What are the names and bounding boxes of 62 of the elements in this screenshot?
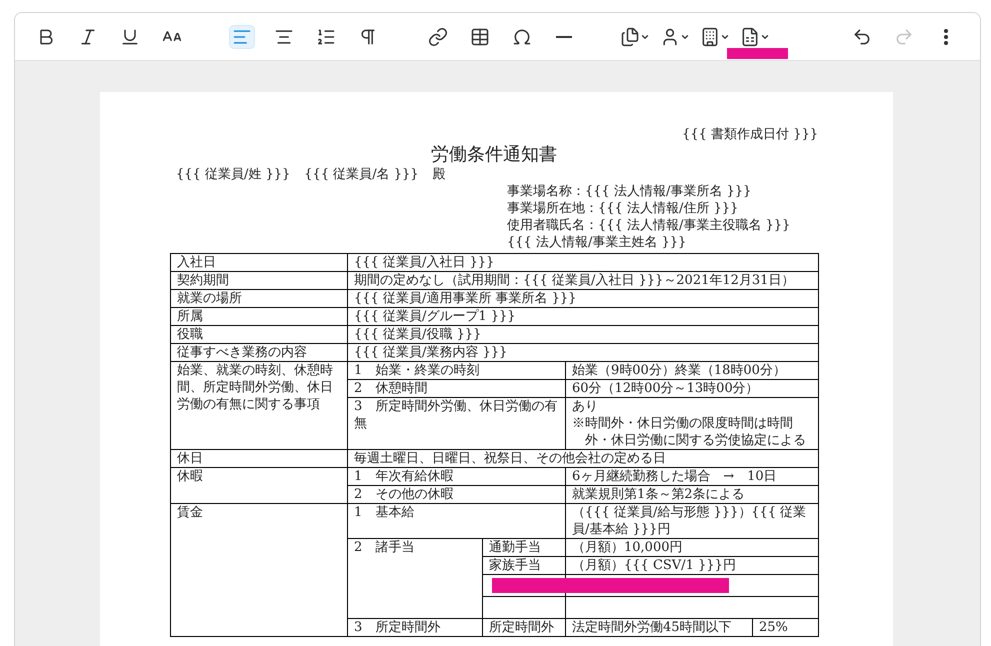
table-cell: 始業（9時00分）終業（18時00分） <box>566 362 819 380</box>
underline-icon <box>120 26 140 46</box>
table-cell: 通勤手当 <box>482 538 566 556</box>
document-title: 労働条件通知書 <box>431 144 557 166</box>
table-cell: {{{ 従業員/入社日 }}} <box>348 254 819 272</box>
documents-icon <box>620 26 640 46</box>
table-cell: 始業、就業の時刻、休憩時間、所定時間外労働、休日労働の有無に関する事項 <box>170 362 348 450</box>
table-cell: 賃金 <box>170 504 348 636</box>
table-cell: 休暇 <box>170 468 348 504</box>
table-icon <box>470 26 490 46</box>
horizontal-line-icon <box>556 36 572 38</box>
building-icon <box>700 26 720 46</box>
document-date: {{{ 書類作成日付 }}} <box>682 126 818 144</box>
table-cell: 3 所定時間外 <box>348 618 482 636</box>
table-cell: 所定時間外 <box>482 618 566 636</box>
table-cell: {{{ 従業員/適用事業所 事業所名 }}} <box>348 290 819 308</box>
cell-text: あり <box>572 398 599 415</box>
table-cell: 契約期間 <box>170 272 348 290</box>
table-cell: 60分（12時00分～13時00分） <box>566 380 819 398</box>
employer-line: 使用者職氏名：{{{ 法人情報/事業主役職名 }}} {{{ 法人情報/事業主姓名 }}} <box>507 217 792 251</box>
table-cell: 休日 <box>170 450 348 468</box>
table-cell: 6ヶ月継続勤務した場合 → 10日 <box>566 468 819 486</box>
table-cell: 所属 <box>170 308 348 326</box>
table-cell: 1 始業・終業の時刻 <box>348 362 566 380</box>
table-cell: （{{{ 従業員/給与形態 }}}）{{{ 従業員/基本給 }}}円 <box>566 504 819 538</box>
table-cell: 2 その他の休暇 <box>348 486 566 504</box>
table-cell: 2 休憩時間 <box>348 380 566 398</box>
table-cell: 法定時間外労働45時間以下 <box>566 618 752 636</box>
table-cell: 家族手当 <box>482 556 566 574</box>
redo-icon <box>894 26 914 46</box>
table-cell: 2 諸手当 <box>348 538 482 618</box>
omega-icon <box>512 26 532 46</box>
table-cell: （月額）10,000円 <box>566 538 819 556</box>
table-cell: {{{ 従業員/役職 }}} <box>348 326 819 344</box>
table-cell: 期間の定めなし（試用期間：{{{ 従業員/入社日 }}}～2021年12月31日） <box>348 272 819 290</box>
align-left-button[interactable] <box>230 26 254 48</box>
employer-line: 事業場名称：{{{ 法人情報/事業所名 }}} <box>507 183 752 200</box>
table-cell: 就業の場所 <box>170 290 348 308</box>
table-cell: （月額）{{{ CSV/1 }}}円 <box>566 556 819 574</box>
table-cell: 3 所定時間外労働、休日労働の有無 <box>348 398 566 450</box>
table-cell: 入社日 <box>170 254 348 272</box>
more-icon <box>944 28 948 44</box>
undo-icon <box>852 26 872 46</box>
table-cell: {{{ 従業員/グループ1 }}} <box>348 308 819 326</box>
table-cell: 役職 <box>170 326 348 344</box>
recipient-name: 殿 <box>432 166 446 183</box>
table-cell: 従事すべき業務の内容 <box>170 344 348 362</box>
numbered-list-icon <box>316 26 336 46</box>
link-icon <box>428 26 448 46</box>
employer-line: 事業場所在地：{{{ 法人情報/住所 }}} <box>507 200 740 217</box>
cell-note: ※時間外・休日労働の限度時間は時間外・休日労働に関する労使協定による <box>572 415 807 449</box>
recipient-name: {{{ 従業員/名 }}} <box>304 166 419 183</box>
recipient-name: {{{ 従業員/姓 }}} <box>176 166 290 183</box>
link-button[interactable] <box>426 26 450 48</box>
table-cell: 25% <box>752 618 819 636</box>
table-cell: 1 基本給 <box>348 504 566 538</box>
highlight-mark <box>727 48 788 59</box>
spreadsheet-icon <box>740 26 760 46</box>
table-cell: {{{ 従業員/業務内容 }}} <box>348 344 819 362</box>
table-cell: 毎週土曜日、日曜日、祝祭日、その他会社の定める日 <box>348 450 819 468</box>
table-cell: 就業規則第1条～第2条による <box>566 486 819 504</box>
table-cell: 1 年次有給休暇 <box>348 468 566 486</box>
